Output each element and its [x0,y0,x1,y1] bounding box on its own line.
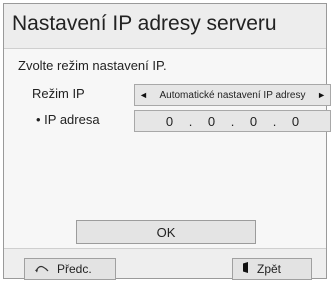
ip-address-label: • IP adresa [36,112,100,127]
ip-mode-selector[interactable]: ◄ Automatické nastavení IP adresy ► [134,84,331,106]
title-bar: Nastavení IP adresy serveru [4,4,326,49]
dialog-title: Nastavení IP adresy serveru [12,12,277,35]
ip-separator: . [188,113,193,129]
footer-bar: Předc. Zpět [4,248,326,280]
instruction-text: Zvolte režim nastavení IP. [18,58,167,73]
ip-address-field[interactable]: 0 . 0 . 0 . 0 [134,110,331,132]
ip-mode-value: Automatické nastavení IP adresy [159,89,306,101]
ip-separator: . [230,113,235,129]
ip-octet-2[interactable]: 0 [201,114,223,129]
return-button-label: Zpět [257,262,282,276]
ip-settings-dialog: Nastavení IP adresy serveru Zvolte režim… [3,3,331,280]
ip-mode-label: Režim IP [32,86,85,101]
previous-button[interactable]: Předc. [24,258,116,280]
remote-back-icon [35,262,49,276]
return-button[interactable]: Zpět [232,258,312,280]
ip-octet-3[interactable]: 0 [243,114,265,129]
ip-octet-1[interactable]: 0 [159,114,181,129]
arrow-right-icon[interactable]: ► [317,90,326,100]
previous-button-label: Předc. [57,262,92,276]
ok-button[interactable]: OK [76,220,256,244]
arrow-left-icon[interactable]: ◄ [139,90,148,100]
exit-door-icon [243,262,249,276]
ip-octet-4[interactable]: 0 [285,114,307,129]
ip-separator: . [272,113,277,129]
